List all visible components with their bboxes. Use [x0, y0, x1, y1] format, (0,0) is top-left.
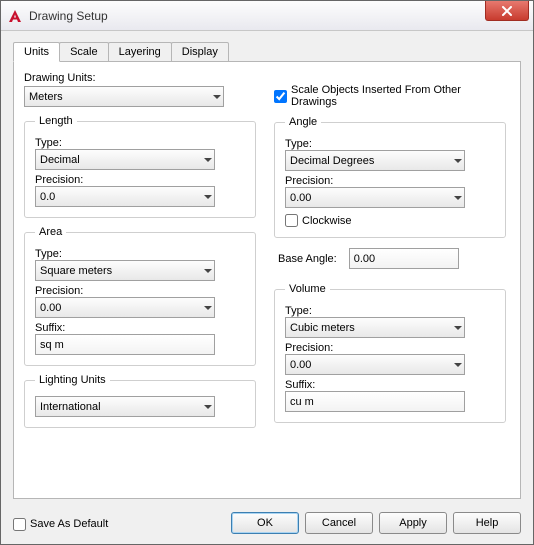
ok-button[interactable]: OK [231, 512, 299, 534]
length-precision-select[interactable]: 0.0 [35, 186, 215, 207]
dialog-window: Drawing Setup Units Scale Layering Displ… [0, 0, 534, 545]
volume-type-label: Type: [285, 305, 495, 317]
tab-layering[interactable]: Layering [108, 42, 172, 62]
window-title: Drawing Setup [29, 9, 108, 23]
volume-precision-select[interactable]: 0.00 [285, 354, 465, 375]
area-precision-select[interactable]: 0.00 [35, 297, 215, 318]
tab-display[interactable]: Display [171, 42, 229, 62]
length-precision-label: Precision: [35, 174, 245, 186]
length-legend: Length [35, 115, 77, 127]
base-angle-label: Base Angle: [278, 253, 337, 265]
save-default-checkbox[interactable] [13, 518, 26, 531]
area-precision-label: Precision: [35, 285, 245, 297]
area-suffix-label: Suffix: [35, 322, 245, 334]
volume-precision-label: Precision: [285, 342, 495, 354]
close-button[interactable] [485, 1, 529, 21]
tab-bar: Units Scale Layering Display [13, 41, 521, 62]
cancel-button[interactable]: Cancel [305, 512, 373, 534]
lighting-select[interactable]: International [35, 396, 215, 417]
dialog-body: Units Scale Layering Display Drawing Uni… [1, 31, 533, 544]
area-group: Area Type: Square meters Precision: 0.00 [24, 226, 256, 366]
help-button[interactable]: Help [453, 512, 521, 534]
angle-group: Angle Type: Decimal Degrees Precision: 0… [274, 116, 506, 238]
volume-legend: Volume [285, 283, 330, 295]
area-type-label: Type: [35, 248, 245, 260]
scale-objects-label: Scale Objects Inserted From Other Drawin… [291, 84, 506, 108]
clockwise-checkbox[interactable] [285, 214, 298, 227]
area-suffix-input[interactable] [35, 334, 215, 355]
dialog-footer: Save As Default OK Cancel Apply Help [13, 512, 521, 534]
angle-type-label: Type: [285, 138, 495, 150]
area-type-select[interactable]: Square meters [35, 260, 215, 281]
length-type-select[interactable]: Decimal [35, 149, 215, 170]
left-column: Drawing Units: Meters Length Type: Decim… [24, 70, 256, 432]
right-column: Scale Objects Inserted From Other Drawin… [274, 70, 506, 432]
angle-precision-label: Precision: [285, 175, 495, 187]
tab-units[interactable]: Units [13, 42, 60, 62]
apply-button[interactable]: Apply [379, 512, 447, 534]
lighting-legend: Lighting Units [35, 374, 110, 386]
base-angle-input[interactable] [349, 248, 459, 269]
angle-precision-select[interactable]: 0.00 [285, 187, 465, 208]
app-icon [7, 8, 23, 24]
angle-type-select[interactable]: Decimal Degrees [285, 150, 465, 171]
drawing-units-select[interactable]: Meters [24, 86, 224, 107]
save-default-label: Save As Default [30, 518, 108, 530]
clockwise-label: Clockwise [302, 215, 352, 227]
lighting-group: Lighting Units International [24, 374, 256, 428]
tab-panel-units: Drawing Units: Meters Length Type: Decim… [13, 61, 521, 499]
angle-legend: Angle [285, 116, 321, 128]
volume-suffix-input[interactable] [285, 391, 465, 412]
length-group: Length Type: Decimal Precision: 0.0 [24, 115, 256, 218]
titlebar: Drawing Setup [1, 1, 533, 31]
tab-scale[interactable]: Scale [59, 42, 109, 62]
drawing-units-label: Drawing Units: [24, 72, 256, 84]
volume-suffix-label: Suffix: [285, 379, 495, 391]
length-type-label: Type: [35, 137, 245, 149]
area-legend: Area [35, 226, 66, 238]
scale-objects-checkbox[interactable] [274, 90, 287, 103]
volume-type-select[interactable]: Cubic meters [285, 317, 465, 338]
volume-group: Volume Type: Cubic meters Precision: 0.0… [274, 283, 506, 423]
